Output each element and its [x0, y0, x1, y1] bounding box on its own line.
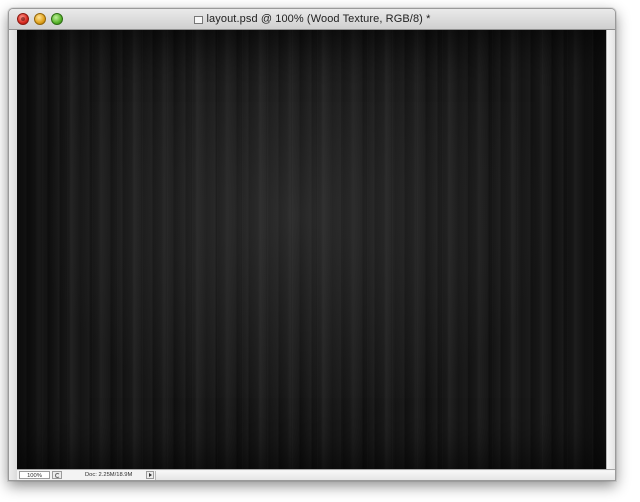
- zoom-level-field[interactable]: 100%: [19, 471, 50, 479]
- window-title-wrap: layout.psd @ 100% (Wood Texture, RGB/8) …: [9, 9, 615, 29]
- document-canvas[interactable]: [17, 30, 607, 470]
- status-bar: 100% Doc: 2.25M/18.9M: [17, 469, 615, 480]
- refresh-icon: [54, 472, 60, 478]
- document-icon: [193, 15, 203, 24]
- document-window: layout.psd @ 100% (Wood Texture, RGB/8) …: [8, 8, 616, 481]
- horizontal-scrollbar[interactable]: [155, 470, 615, 480]
- vertical-scrollbar[interactable]: [606, 30, 615, 470]
- chevron-right-icon: [148, 473, 152, 477]
- title-bar[interactable]: layout.psd @ 100% (Wood Texture, RGB/8) …: [9, 9, 615, 30]
- document-size-label: Doc: 2.25M/18.9M: [85, 472, 133, 478]
- status-menu-button[interactable]: [146, 471, 155, 479]
- refresh-button[interactable]: [52, 471, 62, 479]
- window-title: layout.psd @ 100% (Wood Texture, RGB/8) …: [206, 13, 431, 25]
